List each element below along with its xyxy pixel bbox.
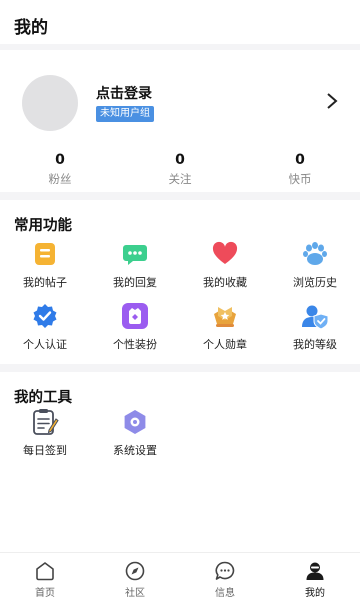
level-icon — [302, 305, 329, 330]
nav-label: 社区 — [125, 588, 145, 599]
function-label: 我的回复 — [113, 276, 157, 289]
compass-icon — [125, 561, 145, 581]
tools-grid: 每日签到 系统设置 — [0, 408, 360, 470]
post-icon — [35, 243, 55, 265]
my-level-button[interactable]: 我的等级 — [270, 302, 360, 364]
stat-fans[interactable]: 0 粉丝 — [0, 150, 120, 190]
profile-card[interactable]: 点击登录 未知用户组 0 粉丝 0 关注 0 快币 — [0, 50, 360, 192]
checkin-icon — [33, 409, 59, 435]
medal-icon — [214, 307, 236, 327]
function-label: 个人认证 — [23, 338, 67, 351]
function-label: 浏览历史 — [293, 276, 337, 289]
paw-icon — [303, 242, 327, 265]
heart-icon — [212, 241, 238, 264]
stat-value: 0 — [295, 152, 305, 168]
top-bar: 我的 — [0, 0, 360, 44]
system-settings-button[interactable]: 系统设置 — [90, 408, 180, 470]
nav-label: 我的 — [305, 588, 325, 599]
function-label: 我的等级 — [293, 338, 337, 351]
personal-verification-button[interactable]: 个人认证 — [0, 302, 90, 364]
function-grid: 我的帖子 我的回复 我的收藏 浏览历史 个人认证 个性装扮 个人勋章 我的等级 — [0, 240, 360, 364]
tool-label: 系统设置 — [113, 444, 157, 457]
stat-label: 快币 — [288, 172, 312, 186]
chevron-right-icon[interactable] — [326, 92, 338, 110]
my-posts-button[interactable]: 我的帖子 — [0, 240, 90, 302]
dress-up-button[interactable]: 个性装扮 — [90, 302, 180, 364]
nav-home[interactable]: 首页 — [0, 553, 90, 600]
stat-label: 粉丝 — [48, 172, 72, 186]
nav-label: 首页 — [35, 588, 55, 599]
personal-medals-button[interactable]: 个人勋章 — [180, 302, 270, 364]
function-label: 个性装扮 — [113, 338, 157, 351]
section-title: 我的工具 — [14, 390, 72, 406]
bottom-nav: 首页 社区 信息 我的 — [0, 552, 360, 600]
stat-value: 0 — [175, 152, 185, 168]
page-title: 我的 — [14, 18, 48, 38]
tool-label: 每日签到 — [23, 444, 67, 457]
verified-icon — [33, 304, 57, 328]
stat-label: 关注 — [168, 172, 192, 186]
dressup-icon — [122, 303, 148, 329]
section-title: 常用功能 — [14, 218, 72, 234]
nav-label: 信息 — [215, 588, 235, 599]
home-icon — [36, 562, 54, 581]
profile-stats: 0 粉丝 0 关注 0 快币 — [0, 150, 360, 190]
nav-community[interactable]: 社区 — [90, 553, 180, 600]
my-tools-section: 我的工具 每日签到 系统设置 — [0, 372, 360, 552]
avatar[interactable] — [22, 75, 78, 131]
common-functions-section: 常用功能 我的帖子 我的回复 我的收藏 浏览历史 个人认证 个性装扮 个人勋章 … — [0, 200, 360, 364]
daily-checkin-button[interactable]: 每日签到 — [0, 408, 90, 470]
message-icon — [215, 561, 235, 580]
stat-value: 0 — [55, 152, 65, 168]
browse-history-button[interactable]: 浏览历史 — [270, 240, 360, 302]
my-replies-button[interactable]: 我的回复 — [90, 240, 180, 302]
settings-icon — [124, 410, 146, 434]
reply-icon — [123, 245, 147, 265]
function-label: 我的收藏 — [203, 276, 247, 289]
stat-following[interactable]: 0 关注 — [120, 150, 240, 190]
profile-icon — [306, 562, 324, 580]
function-label: 我的帖子 — [23, 276, 67, 289]
nav-messages[interactable]: 信息 — [180, 553, 270, 600]
stat-coins[interactable]: 0 快币 — [240, 150, 360, 190]
nav-mine[interactable]: 我的 — [270, 553, 360, 600]
login-link[interactable]: 点击登录 — [96, 83, 152, 103]
function-label: 个人勋章 — [203, 338, 247, 351]
my-favorites-button[interactable]: 我的收藏 — [180, 240, 270, 302]
user-group-badge: 未知用户组 — [96, 106, 154, 122]
